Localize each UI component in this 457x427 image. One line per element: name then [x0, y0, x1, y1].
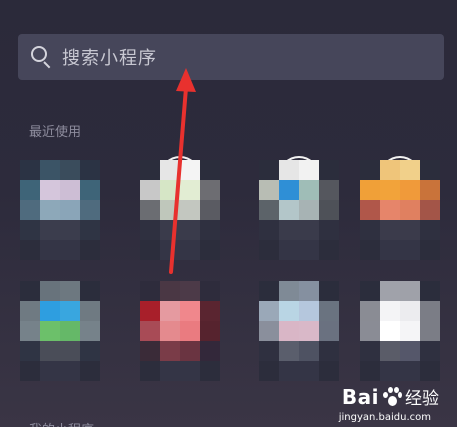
paw-icon [380, 386, 402, 408]
app-7-icon[interactable] [259, 281, 339, 389]
search-placeholder: 搜索小程序 [62, 48, 157, 69]
screen: 搜索小程序 最近使用 我的小程序 Bai 经验 jingyan.baidu.co… [0, 0, 457, 427]
watermark-brand: Bai [341, 384, 379, 409]
app-1-icon[interactable] [20, 160, 100, 268]
app-6-icon[interactable] [140, 281, 220, 389]
app-3-icon[interactable] [259, 156, 339, 268]
app-5-icon[interactable] [20, 281, 100, 389]
app-8-icon[interactable] [360, 281, 440, 389]
watermark-suffix: 经验 [405, 389, 439, 409]
my-section-title: 我的小程序 [29, 419, 94, 427]
baidu-watermark: Bai 经验 [341, 384, 439, 410]
watermark-url: jingyan.baidu.com [338, 412, 431, 423]
search-bar[interactable]: 搜索小程序 [18, 34, 444, 80]
search-icon [30, 45, 54, 69]
app-4-icon[interactable] [360, 156, 440, 268]
recent-section-title: 最近使用 [29, 125, 82, 140]
app-2-icon[interactable] [140, 156, 220, 268]
